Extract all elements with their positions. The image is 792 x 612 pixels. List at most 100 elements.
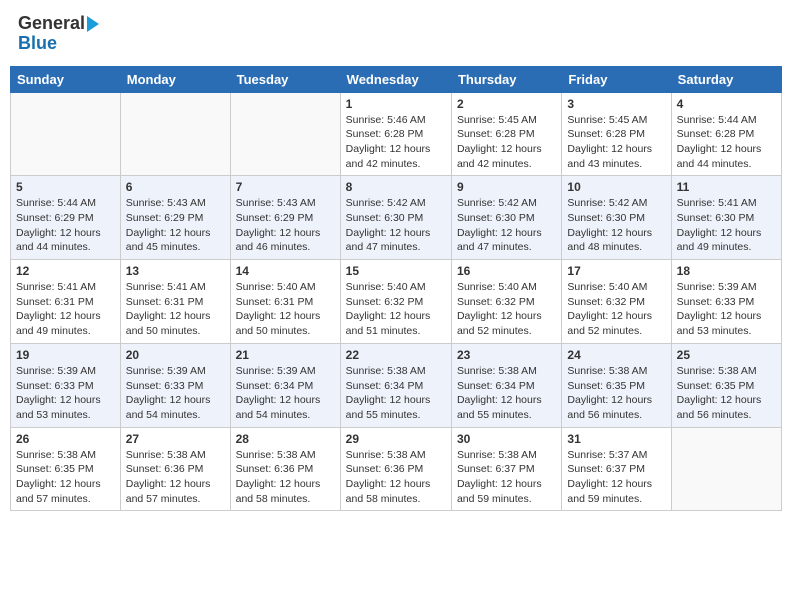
calendar-cell: 16 Sunrise: 5:40 AM Sunset: 6:32 PM Dayli… (451, 260, 561, 344)
day-info: Sunrise: 5:40 AM Sunset: 6:32 PM Dayligh… (567, 280, 665, 339)
calendar-cell: 19Sunrise: 5:39 AM Sunset: 6:33 PM Dayli… (11, 343, 121, 427)
day-number: 2 (457, 97, 556, 111)
calendar-cell (671, 427, 781, 511)
calendar-cell: 12Sunrise: 5:41 AM Sunset: 6:31 PM Dayli… (11, 260, 121, 344)
calendar-cell: 5 Sunrise: 5:44 AM Sunset: 6:29 PM Daylig… (11, 176, 121, 260)
day-info: Sunrise: 5:44 AM Sunset: 6:28 PM Dayligh… (677, 113, 776, 172)
day-number: 20 (126, 348, 225, 362)
calendar-cell: 23 Sunrise: 5:38 AM Sunset: 6:34 PM Dayli… (451, 343, 561, 427)
calendar-cell: 29 Sunrise: 5:38 AM Sunset: 6:36 PM Dayli… (340, 427, 451, 511)
day-number: 26 (16, 432, 115, 446)
weekday-header-wednesday: Wednesday (340, 66, 451, 92)
day-number: 13 (126, 264, 225, 278)
calendar-cell: 10Sunrise: 5:42 AM Sunset: 6:30 PM Dayli… (562, 176, 671, 260)
logo-blue: Blue (18, 34, 99, 54)
calendar-week-row: 5 Sunrise: 5:44 AM Sunset: 6:29 PM Daylig… (11, 176, 782, 260)
day-number: 28 (236, 432, 335, 446)
weekday-header-saturday: Saturday (671, 66, 781, 92)
weekday-header-tuesday: Tuesday (230, 66, 340, 92)
day-number: 4 (677, 97, 776, 111)
calendar-week-row: 1Sunrise: 5:46 AM Sunset: 6:28 PM Daylig… (11, 92, 782, 176)
day-info: Sunrise: 5:42 AM Sunset: 6:30 PM Dayligh… (457, 196, 556, 255)
calendar-cell: 7Sunrise: 5:43 AM Sunset: 6:29 PM Daylig… (230, 176, 340, 260)
day-info: Sunrise: 5:45 AM Sunset: 6:28 PM Dayligh… (457, 113, 556, 172)
day-number: 22 (346, 348, 446, 362)
day-info: Sunrise: 5:41 AM Sunset: 6:31 PM Dayligh… (126, 280, 225, 339)
day-info: Sunrise: 5:39 AM Sunset: 6:34 PM Dayligh… (236, 364, 335, 423)
calendar-cell: 31 Sunrise: 5:37 AM Sunset: 6:37 PM Dayli… (562, 427, 671, 511)
calendar-week-row: 12Sunrise: 5:41 AM Sunset: 6:31 PM Dayli… (11, 260, 782, 344)
calendar-cell: 21 Sunrise: 5:39 AM Sunset: 6:34 PM Dayli… (230, 343, 340, 427)
day-number: 18 (677, 264, 776, 278)
calendar-cell: 11 Sunrise: 5:41 AM Sunset: 6:30 PM Dayli… (671, 176, 781, 260)
logo: General Blue (18, 14, 99, 54)
day-number: 11 (677, 180, 776, 194)
day-info: Sunrise: 5:37 AM Sunset: 6:37 PM Dayligh… (567, 448, 665, 507)
calendar-week-row: 19 Sunrise: 5:39 AM Sunset: 6:33 PM Dayli… (11, 343, 782, 427)
day-info: Sunrise: 5:41 AM Sunset: 6:31 PM Dayligh… (16, 280, 115, 339)
calendar-cell: 24 Sunrise: 5:38 AM Sunset: 6:35 PM Dayli… (562, 343, 671, 427)
day-info: Sunrise: 5:44 AM Sunset: 6:29 PM Dayligh… (16, 196, 115, 255)
day-info: Sunrise: 5:46 AM Sunset: 6:28 PM Dayligh… (346, 113, 446, 172)
day-number: 3 (567, 97, 665, 111)
day-info: Sunrise: 5:38 AM Sunset: 6:35 PM Dayligh… (567, 364, 665, 423)
day-info: Sunrise: 5:43 AM Sunset: 6:29 PM Dayligh… (236, 196, 335, 255)
calendar-cell (230, 92, 340, 176)
day-info: Sunrise: 5:38 AM Sunset: 6:36 PM Dayligh… (346, 448, 446, 507)
day-number: 15 (346, 264, 446, 278)
calendar-cell (120, 92, 230, 176)
day-info: Sunrise: 5:38 AM Sunset: 6:36 PM Dayligh… (236, 448, 335, 507)
day-info: Sunrise: 5:38 AM Sunset: 6:34 PM Dayligh… (346, 364, 446, 423)
day-info: Sunrise: 5:40 AM Sunset: 6:31 PM Dayligh… (236, 280, 335, 339)
day-info: Sunrise: 5:38 AM Sunset: 6:34 PM Dayligh… (457, 364, 556, 423)
day-info: Sunrise: 5:38 AM Sunset: 6:37 PM Dayligh… (457, 448, 556, 507)
logo-general: General (18, 14, 99, 34)
weekday-header-friday: Friday (562, 66, 671, 92)
calendar-cell: 26Sunrise: 5:38 AM Sunset: 6:35 PM Dayli… (11, 427, 121, 511)
calendar-header-row: SundayMondayTuesdayWednesdayThursdayFrid… (11, 66, 782, 92)
calendar-cell: 20 Sunrise: 5:39 AM Sunset: 6:33 PM Dayli… (120, 343, 230, 427)
day-info: Sunrise: 5:39 AM Sunset: 6:33 PM Dayligh… (677, 280, 776, 339)
day-number: 23 (457, 348, 556, 362)
calendar-cell: 14 Sunrise: 5:40 AM Sunset: 6:31 PM Dayli… (230, 260, 340, 344)
day-number: 27 (126, 432, 225, 446)
day-number: 25 (677, 348, 776, 362)
day-info: Sunrise: 5:40 AM Sunset: 6:32 PM Dayligh… (457, 280, 556, 339)
calendar-cell: 27 Sunrise: 5:38 AM Sunset: 6:36 PM Dayli… (120, 427, 230, 511)
day-number: 29 (346, 432, 446, 446)
day-info: Sunrise: 5:42 AM Sunset: 6:30 PM Dayligh… (567, 196, 665, 255)
calendar-table: SundayMondayTuesdayWednesdayThursdayFrid… (10, 66, 782, 512)
day-info: Sunrise: 5:38 AM Sunset: 6:35 PM Dayligh… (677, 364, 776, 423)
calendar-cell: 17Sunrise: 5:40 AM Sunset: 6:32 PM Dayli… (562, 260, 671, 344)
day-number: 9 (457, 180, 556, 194)
calendar-cell: 6 Sunrise: 5:43 AM Sunset: 6:29 PM Daylig… (120, 176, 230, 260)
calendar-cell: 4 Sunrise: 5:44 AM Sunset: 6:28 PM Daylig… (671, 92, 781, 176)
calendar-cell: 8 Sunrise: 5:42 AM Sunset: 6:30 PM Daylig… (340, 176, 451, 260)
calendar-cell: 18 Sunrise: 5:39 AM Sunset: 6:33 PM Dayli… (671, 260, 781, 344)
calendar-cell: 30Sunrise: 5:38 AM Sunset: 6:37 PM Dayli… (451, 427, 561, 511)
calendar-cell (11, 92, 121, 176)
calendar-cell: 9 Sunrise: 5:42 AM Sunset: 6:30 PM Daylig… (451, 176, 561, 260)
day-number: 16 (457, 264, 556, 278)
weekday-header-thursday: Thursday (451, 66, 561, 92)
day-number: 24 (567, 348, 665, 362)
page-header: General Blue (10, 10, 782, 58)
day-info: Sunrise: 5:39 AM Sunset: 6:33 PM Dayligh… (126, 364, 225, 423)
calendar-cell: 3 Sunrise: 5:45 AM Sunset: 6:28 PM Daylig… (562, 92, 671, 176)
calendar-cell: 22 Sunrise: 5:38 AM Sunset: 6:34 PM Dayli… (340, 343, 451, 427)
day-info: Sunrise: 5:43 AM Sunset: 6:29 PM Dayligh… (126, 196, 225, 255)
day-number: 21 (236, 348, 335, 362)
day-number: 14 (236, 264, 335, 278)
day-number: 19 (16, 348, 115, 362)
day-number: 31 (567, 432, 665, 446)
calendar-week-row: 26Sunrise: 5:38 AM Sunset: 6:35 PM Dayli… (11, 427, 782, 511)
day-info: Sunrise: 5:41 AM Sunset: 6:30 PM Dayligh… (677, 196, 776, 255)
weekday-header-sunday: Sunday (11, 66, 121, 92)
day-number: 5 (16, 180, 115, 194)
day-number: 8 (346, 180, 446, 194)
day-number: 6 (126, 180, 225, 194)
calendar-cell: 25 Sunrise: 5:38 AM Sunset: 6:35 PM Dayli… (671, 343, 781, 427)
day-info: Sunrise: 5:38 AM Sunset: 6:36 PM Dayligh… (126, 448, 225, 507)
day-info: Sunrise: 5:45 AM Sunset: 6:28 PM Dayligh… (567, 113, 665, 172)
day-info: Sunrise: 5:42 AM Sunset: 6:30 PM Dayligh… (346, 196, 446, 255)
